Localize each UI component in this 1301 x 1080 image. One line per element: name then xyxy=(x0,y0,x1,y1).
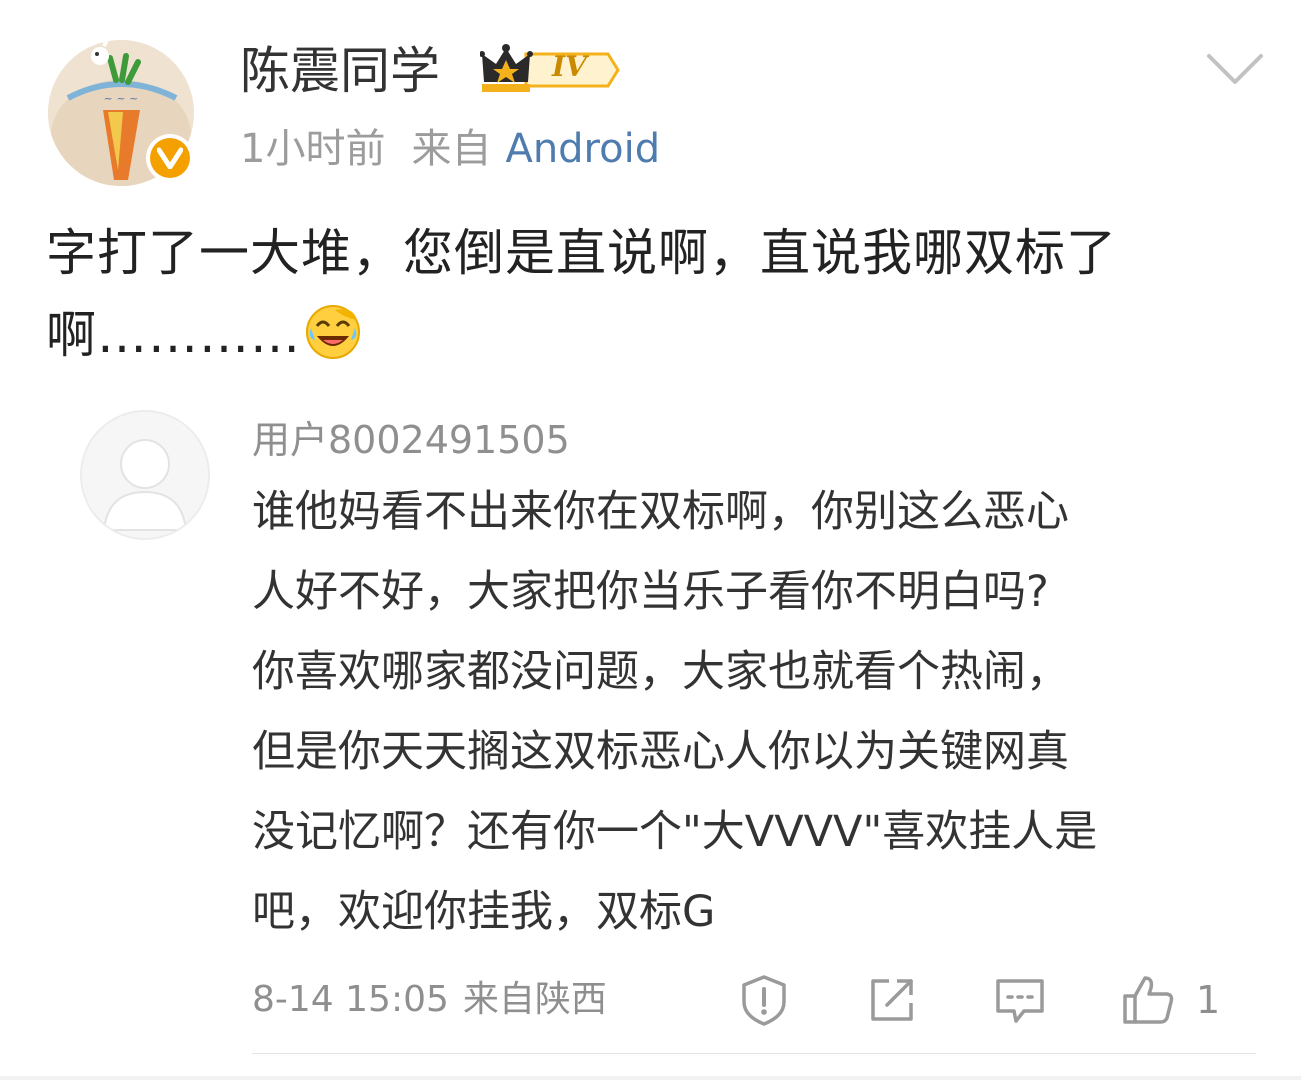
post-device-link[interactable]: Android xyxy=(505,126,660,172)
reply-timestamp: 8-14 15:05 xyxy=(252,979,449,1020)
like-button[interactable] xyxy=(1120,972,1176,1028)
level-badge-label: IV xyxy=(552,50,587,83)
post-meta: 1小时前 来自 Android xyxy=(240,120,660,178)
section-edge xyxy=(0,1076,1301,1080)
share-button[interactable] xyxy=(864,972,920,1028)
reply-username[interactable]: 用户8002491505 xyxy=(252,412,570,468)
verified-icon xyxy=(146,134,194,182)
reply-location: 来自陕西 xyxy=(462,979,607,1020)
reply-line: 谁他妈看不出来你在双标啊，你别这么恶心 xyxy=(252,487,1069,537)
comment-button[interactable] xyxy=(992,972,1048,1028)
post-text: 字打了一大堆，您倒是直说啊，直说我哪双标了啊………… xyxy=(46,212,1256,376)
reply-line: 人好不好，大家把你当乐子看你不明白吗? xyxy=(252,567,1049,617)
thumbs-up-icon xyxy=(1123,976,1174,1024)
svg-text:~ ~ ~: ~ ~ ~ xyxy=(104,92,139,105)
share-icon xyxy=(871,979,913,1021)
reply-line: 但是你天天搁这双标恶心人你以为关键网真 xyxy=(252,727,1069,777)
reply-line: 吧，欢迎你挂我，双标G xyxy=(252,887,716,937)
post-text-content: 字打了一大堆，您倒是直说啊，直说我哪双标了啊………… xyxy=(46,224,1117,364)
report-icon xyxy=(742,975,786,1026)
crown-level-icon: IV xyxy=(479,42,620,98)
author-name[interactable]: 陈震同学 xyxy=(240,38,440,104)
post-from-label: 来自 xyxy=(411,126,492,172)
reply-avatar[interactable] xyxy=(80,410,210,540)
comment-icon xyxy=(996,979,1044,1023)
post-time: 1小时前 xyxy=(240,126,386,172)
reply-text: 谁他妈看不出来你在双标啊，你别这么恶心 人好不好，大家把你当乐子看你不明白吗? … xyxy=(252,472,1212,952)
chevron-down-icon[interactable] xyxy=(1206,52,1264,88)
reply-meta: 8-14 15:05 来自陕西 xyxy=(252,970,607,1030)
reply-line: 没记忆啊？还有你一个"大VVVV"喜欢挂人是 xyxy=(252,807,1098,857)
reply-line: 你喜欢哪家都没问题，大家也就看个热闹， xyxy=(252,647,1069,697)
laugh-cry-emoji-icon xyxy=(305,302,361,359)
report-button[interactable] xyxy=(736,972,792,1028)
like-count: 1 xyxy=(1196,978,1221,1022)
divider xyxy=(252,1053,1256,1054)
